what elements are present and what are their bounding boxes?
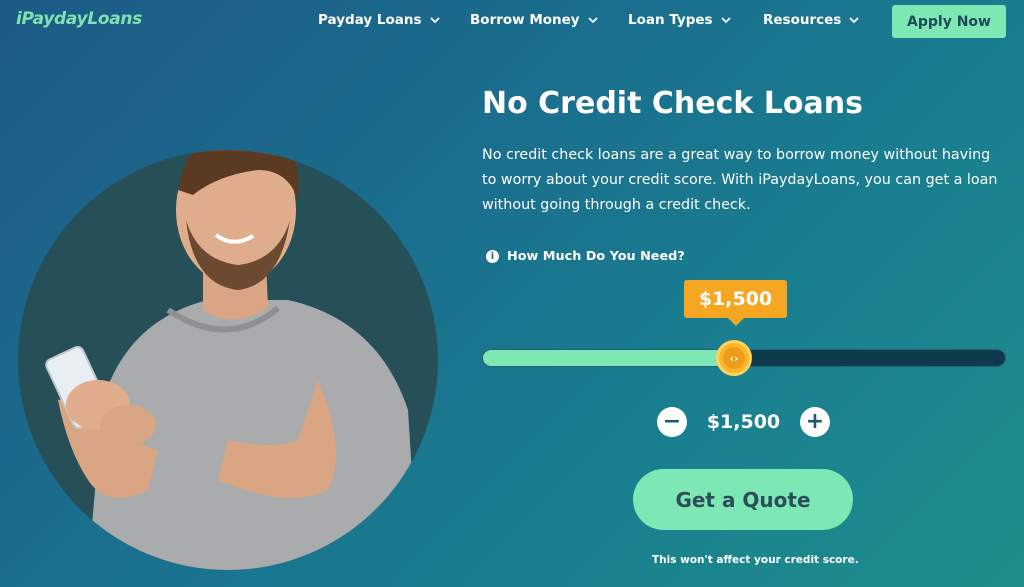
- nav-label: Resources: [763, 12, 842, 28]
- site-logo[interactable]: iPaydayLoans: [16, 9, 142, 29]
- increase-amount-button[interactable]: +: [800, 407, 830, 437]
- nav-label: Loan Types: [628, 12, 713, 28]
- credit-disclaimer: This won't affect your credit score.: [652, 554, 859, 566]
- top-navigation: iPaydayLoans Payday Loans Borrow Money L…: [0, 0, 1024, 44]
- chevron-down-icon: [429, 17, 440, 24]
- nav-borrow-money[interactable]: Borrow Money: [470, 12, 598, 28]
- man-with-phone-image: [45, 150, 418, 570]
- nav-label: Payday Loans: [318, 12, 422, 28]
- amount-tooltip: $1,500: [684, 280, 787, 326]
- amount-slider-thumb[interactable]: ‹›: [716, 340, 752, 376]
- chevron-down-icon: [720, 17, 731, 24]
- nav-loan-types[interactable]: Loan Types: [628, 12, 731, 28]
- decrease-amount-button[interactable]: −: [657, 407, 687, 437]
- chevron-down-icon: [587, 17, 598, 24]
- nav-payday-loans[interactable]: Payday Loans: [318, 12, 440, 28]
- nav-label: Borrow Money: [470, 12, 580, 28]
- apply-now-button[interactable]: Apply Now: [892, 5, 1006, 38]
- chevron-down-icon: [849, 17, 859, 24]
- get-quote-button[interactable]: Get a Quote: [633, 469, 853, 530]
- amount-slider-fill: [483, 350, 737, 366]
- page-title: No Credit Check Loans: [482, 86, 863, 121]
- amount-value: $1,500: [706, 411, 781, 433]
- info-icon[interactable]: i: [486, 250, 499, 263]
- hero-photo: [18, 150, 438, 570]
- hero-description: No credit check loans are a great way to…: [482, 147, 998, 213]
- drag-arrows-icon: ‹›: [723, 347, 745, 369]
- amount-question: i How Much Do You Need?: [486, 249, 685, 264]
- amount-question-label: How Much Do You Need?: [507, 249, 685, 264]
- amount-stepper: − $1,500 +: [657, 407, 830, 437]
- nav-resources[interactable]: Resources: [763, 12, 859, 28]
